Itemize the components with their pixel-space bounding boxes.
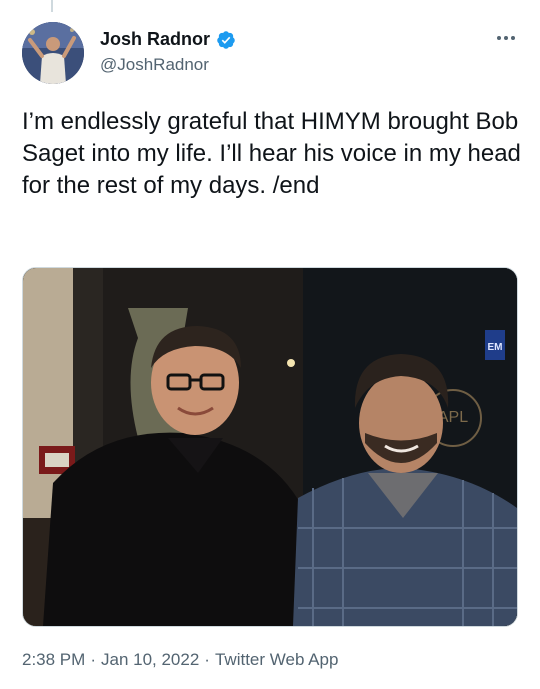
author-name[interactable]: Josh Radnor: [100, 29, 210, 50]
avatar[interactable]: [22, 22, 84, 84]
author-name-row: Josh Radnor: [100, 29, 236, 50]
meta-separator: ·: [204, 650, 210, 669]
dot-icon: [497, 36, 501, 40]
verified-badge-icon: [217, 30, 235, 49]
dot-icon: [504, 36, 508, 40]
tweet-source[interactable]: Twitter Web App: [215, 650, 338, 670]
meta-separator: ·: [90, 650, 96, 669]
tweet-date[interactable]: Jan 10, 2022: [101, 650, 199, 670]
tweet-metadata: 2:38 PM · Jan 10, 2022 · Twitter Web App: [22, 650, 338, 670]
photo-two-men-portrait-icon: EM APL: [23, 268, 517, 626]
thread-connector-line: [51, 0, 53, 12]
sign-em: EM: [488, 342, 503, 353]
author-handle[interactable]: @JoshRadnor: [100, 55, 209, 75]
dot-icon: [511, 36, 515, 40]
tweet-photo[interactable]: EM APL: [22, 267, 518, 627]
more-options-button[interactable]: [494, 28, 518, 48]
tweet-time[interactable]: 2:38 PM: [22, 650, 85, 670]
tweet-text: I’m endlessly grateful that HIMYM brough…: [22, 108, 528, 199]
profile-photo-icon: [22, 22, 84, 84]
